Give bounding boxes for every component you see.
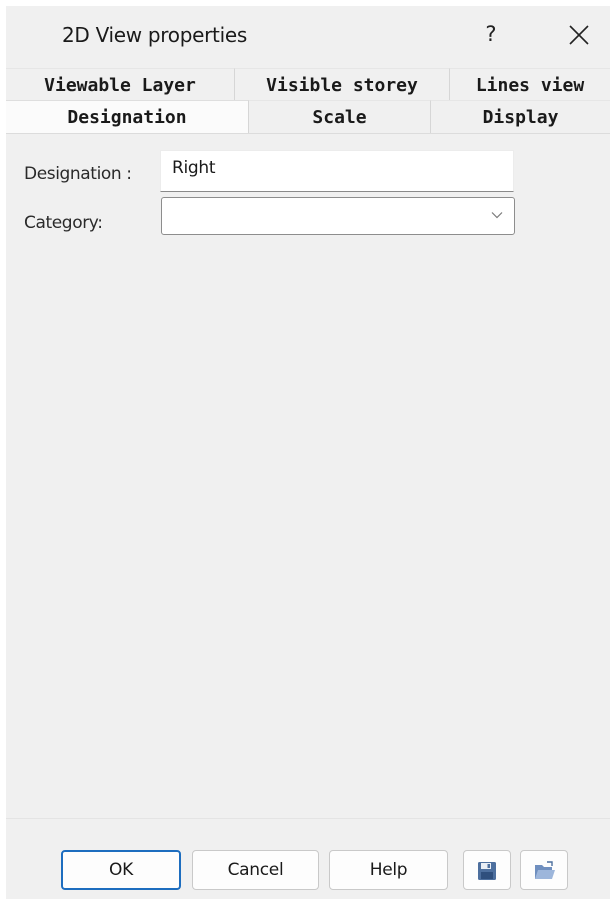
open-button[interactable] [520, 850, 568, 890]
close-button[interactable] [561, 16, 597, 52]
cancel-button[interactable]: Cancel [192, 850, 319, 890]
open-icon [535, 861, 555, 879]
tab-display[interactable]: Display [431, 100, 610, 133]
properties-dialog: 2D View properties ? Viewable Layer Visi… [6, 6, 610, 899]
category-label: Category: [24, 213, 103, 233]
title-bar: 2D View properties ? [6, 6, 610, 64]
tab-designation[interactable]: Designation [6, 100, 249, 133]
close-icon [569, 25, 589, 45]
tab-visible-storey[interactable]: Visible storey [235, 68, 450, 101]
help-title-button[interactable]: ? [476, 16, 506, 52]
tab-scale[interactable]: Scale [249, 100, 431, 133]
save-icon [478, 862, 496, 880]
designation-label: Designation : [24, 164, 132, 184]
designation-input[interactable]: Right [160, 150, 514, 192]
tab-row-front: Designation Scale Display [6, 100, 610, 133]
tab-viewable-layer[interactable]: Viewable Layer [6, 68, 235, 101]
window-title: 2D View properties [62, 23, 247, 47]
footer-separator [6, 818, 610, 819]
category-select[interactable] [161, 197, 515, 235]
ok-button[interactable]: OK [61, 850, 181, 890]
tab-row-back: Viewable Layer Visible storey Lines view [6, 68, 610, 101]
tab-lines-view[interactable]: Lines view [450, 68, 610, 101]
designation-panel: Designation : Right Category: [10, 134, 608, 818]
help-button[interactable]: Help [329, 850, 448, 890]
save-button[interactable] [463, 850, 511, 890]
chevron-down-icon [491, 212, 503, 219]
